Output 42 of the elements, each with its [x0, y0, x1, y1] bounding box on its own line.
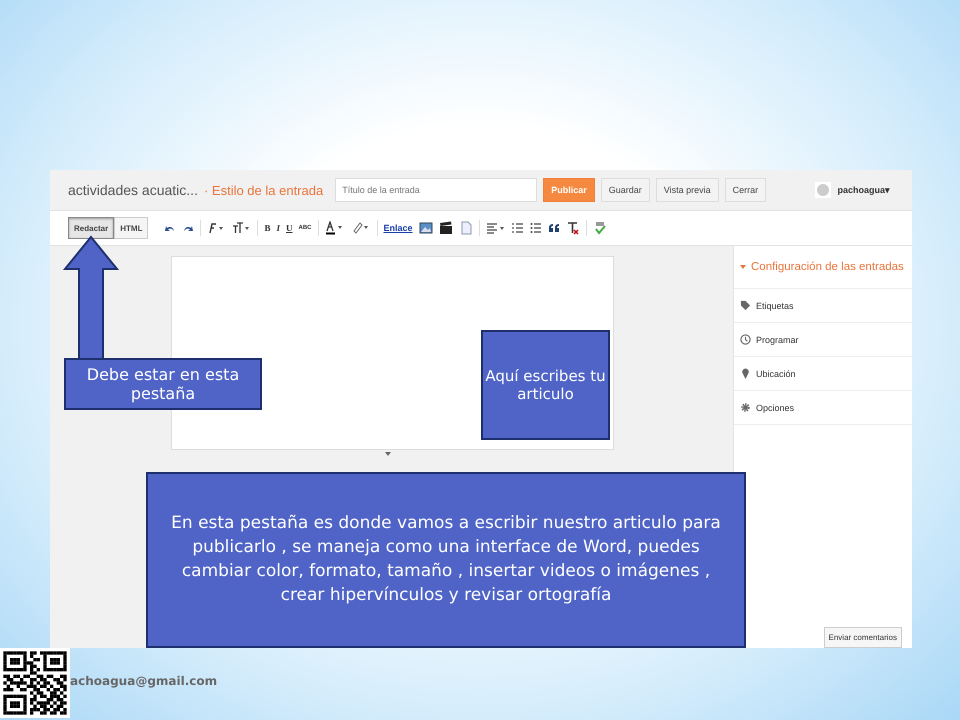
qr-code-icon [0, 648, 70, 718]
header-button[interactable]: Cerrar [724, 178, 766, 202]
page-icon[interactable] [458, 221, 473, 235]
quote-icon[interactable] [548, 222, 560, 234]
image-icon[interactable] [418, 221, 433, 235]
sidebar-item[interactable]: Ubicación [734, 357, 912, 391]
spellcheck-icon[interactable] [592, 221, 607, 235]
feedback-button[interactable]: Enviar comentarios [824, 627, 902, 648]
pin-icon [740, 368, 751, 379]
font-size-icon[interactable] [231, 222, 252, 234]
link-button[interactable]: Enlace [384, 223, 413, 233]
align-icon[interactable] [486, 222, 506, 234]
sidebar-item[interactable]: Opciones [734, 391, 912, 425]
bold-button[interactable]: B [264, 223, 270, 233]
underline-button[interactable]: U [286, 223, 292, 233]
title-field[interactable]: Título de la entrada [335, 178, 538, 202]
header-button[interactable]: Vista previa [656, 178, 719, 202]
callout-tooltip: Debe estar en esta pestaña [64, 358, 262, 410]
blog-name: actividades acuatic... [68, 182, 198, 198]
header-button[interactable]: Guardar [600, 178, 650, 202]
font-icon[interactable] [207, 222, 226, 234]
clock-icon [740, 334, 751, 345]
mode-tab[interactable]: HTML [114, 217, 148, 239]
clapperboard-icon[interactable] [438, 221, 453, 235]
text-color-icon[interactable] [324, 221, 344, 235]
highlighter-icon[interactable] [350, 221, 370, 235]
tag-icon [740, 300, 751, 311]
gear-icon [740, 402, 751, 413]
sidebar-item[interactable]: Programar [734, 323, 912, 357]
mode-tab[interactable]: Redactar [68, 217, 114, 239]
page-title: · Estilo de la entrada [204, 182, 324, 198]
callout-tooltip: Aquí escribes tu articulo [481, 330, 610, 440]
resize-handle-icon[interactable] [385, 452, 391, 456]
caret-icon [740, 265, 746, 269]
numbered-list-icon[interactable] [512, 222, 524, 234]
sidebar-item[interactable]: Etiquetas [734, 289, 912, 323]
user-menu[interactable]: pachoagua▾ [837, 185, 890, 195]
italic-button[interactable]: I [276, 223, 280, 233]
email-text: achoagua@gmail.com [70, 674, 218, 688]
bullet-list-icon[interactable] [530, 222, 542, 234]
callout-tooltip: En esta pestaña es donde vamos a escribir nuestro articulo para publicarlo , se maneja como una interface de Word, puedes cambiar color, formato, tamaño , insertar videos o imágenes , crear hipervínculos y revisar ortografía [146, 472, 746, 648]
clear-format-icon[interactable] [566, 221, 580, 235]
